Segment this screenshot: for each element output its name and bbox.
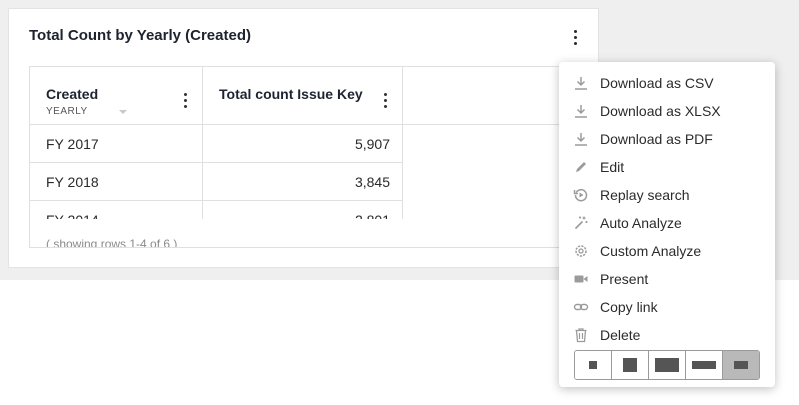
cell-count: 3,845 [203,163,403,201]
cell-year: FY 2018 [30,163,203,201]
table-row: FY 2014 2,801 [30,201,403,219]
menu-item-label: Replay search [600,187,690,203]
menu-item-label: Custom Analyze [600,243,702,259]
column-header-label: Created [46,86,99,102]
menu-item-label: Edit [600,159,625,175]
size-medium-icon [655,358,679,372]
size-large-icon [734,361,748,369]
table-row: FY 2018 3,845 [30,163,403,201]
tile-size-selector [574,350,760,380]
magic-wand-icon [572,214,590,232]
download-icon [572,130,590,148]
answer-card: Total Count by Yearly (Created) Created … [8,8,599,268]
menu-item-label: Delete [600,327,641,343]
column-menu-button[interactable] [379,90,391,110]
menu-item-label: Download as PDF [600,131,713,147]
menu-item-edit[interactable]: Edit [559,153,775,181]
chevron-down-icon[interactable] [119,110,127,114]
data-table: Created YEARLY Total count Issue Key FY … [29,66,589,248]
size-wide-icon [692,361,716,369]
size-large-button[interactable] [723,351,759,379]
column-bucket-label: YEARLY [46,106,88,117]
replay-icon [572,186,590,204]
column-header-created[interactable]: Created YEARLY [30,67,203,125]
menu-item-label: Auto Analyze [600,215,682,231]
menu-item-replay-search[interactable]: Replay search [559,181,775,209]
context-menu: Download as CSV Download as XLSX Downloa… [559,62,775,387]
menu-item-download-csv[interactable]: Download as CSV [559,69,775,97]
menu-item-label: Download as XLSX [600,103,721,119]
trash-icon [572,326,590,344]
video-camera-icon [572,270,590,288]
size-small-button[interactable] [612,351,649,379]
table-body[interactable]: FY 2017 5,907 FY 2018 3,845 FY 2014 2,80… [30,125,403,219]
menu-item-delete[interactable]: Delete [559,321,775,349]
menu-item-copy-link[interactable]: Copy link [559,293,775,321]
pencil-icon [572,158,590,176]
cell-count: 2,801 [203,201,403,219]
column-header-total-count[interactable]: Total count Issue Key [203,67,403,125]
download-icon [572,74,590,92]
download-icon [572,102,590,120]
menu-item-download-xlsx[interactable]: Download as XLSX [559,97,775,125]
gear-icon [572,242,590,260]
size-medium-button[interactable] [649,351,686,379]
menu-item-label: Copy link [600,299,658,315]
cell-year: FY 2017 [30,125,203,163]
menu-item-download-pdf[interactable]: Download as PDF [559,125,775,153]
table-row: FY 2017 5,907 [30,125,403,163]
menu-item-present[interactable]: Present [559,265,775,293]
size-small-icon [623,358,637,372]
menu-item-auto-analyze[interactable]: Auto Analyze [559,209,775,237]
size-extra-small-icon [589,361,597,369]
row-count-footer: ( showing rows 1-4 of 6 ) [46,237,178,248]
column-menu-button[interactable] [179,90,191,110]
column-header-label: Total count Issue Key [219,86,363,102]
cell-count: 5,907 [203,125,403,163]
size-wide-button[interactable] [686,351,723,379]
menu-item-label: Download as CSV [600,75,714,91]
menu-item-custom-analyze[interactable]: Custom Analyze [559,237,775,265]
link-icon [572,298,590,316]
size-extra-small-button[interactable] [575,351,612,379]
card-more-menu-button[interactable] [566,27,584,47]
menu-item-label: Present [600,271,649,287]
table-header: Created YEARLY Total count Issue Key [30,67,588,125]
card-title: Total Count by Yearly (Created) [29,27,251,44]
cell-year: FY 2014 [30,201,203,219]
